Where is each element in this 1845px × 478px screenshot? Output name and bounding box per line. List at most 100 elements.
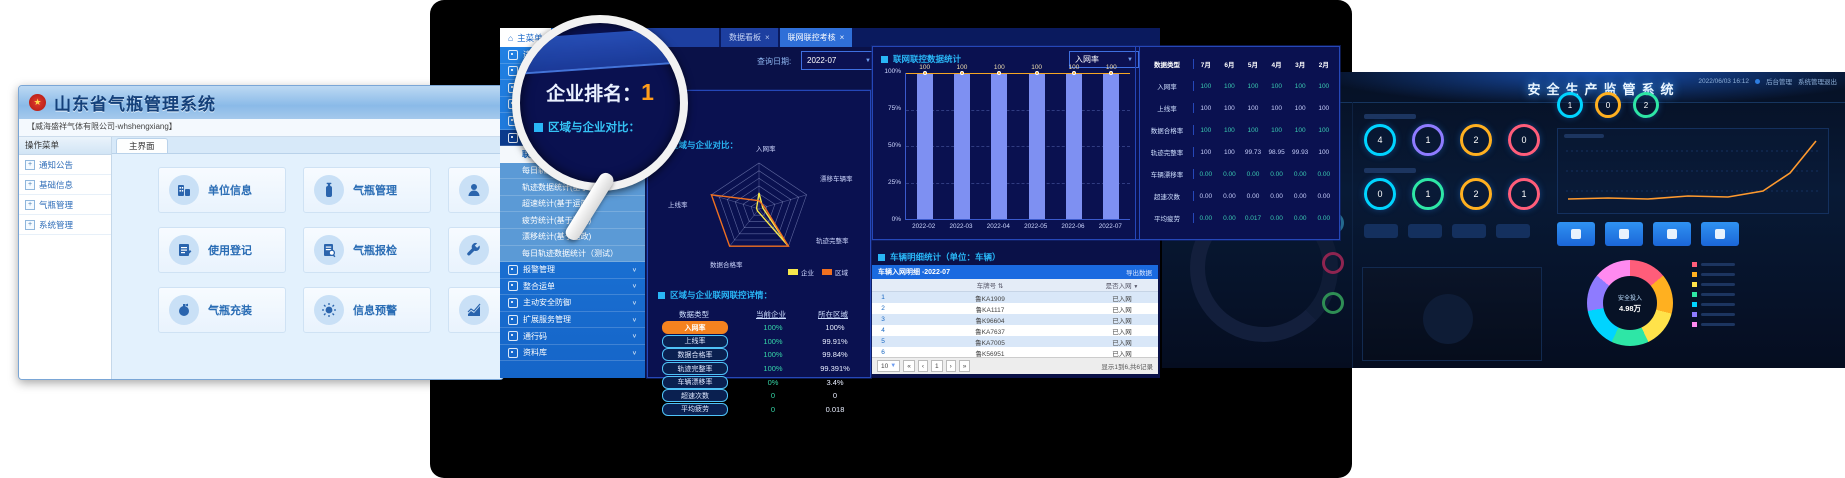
task-pill[interactable]	[1364, 224, 1398, 238]
bar	[1029, 73, 1045, 219]
stats-row: 车辆漂移率 0.000.000.000.000.000.00	[1141, 163, 1335, 185]
x-tick: 2022-04	[987, 223, 1010, 230]
vehicle-row[interactable]: 2 鲁KA1117 已入网	[872, 303, 1158, 314]
action-tile[interactable]	[1653, 222, 1691, 246]
metric-button[interactable]: 数据合格率	[662, 348, 728, 361]
module-tile[interactable]: 气瓶充装	[158, 287, 286, 333]
menu-item[interactable]: + 气瓶管理	[19, 195, 111, 215]
metric-button[interactable]: 上线率	[662, 335, 728, 348]
vehicle-panel-title: 车辆明细统计（单位：车辆）	[890, 251, 1001, 263]
prev-page-button[interactable]: ‹	[918, 360, 928, 372]
module-tile-icon	[314, 175, 344, 205]
expand-plus-icon[interactable]: +	[25, 220, 35, 230]
module-tile[interactable]	[448, 287, 504, 333]
sort-icon[interactable]: ⇅	[998, 283, 1003, 290]
metric-button[interactable]: 轨迹完整率	[662, 362, 728, 375]
module-tile[interactable]: 气瓶报检	[303, 227, 431, 273]
tab-label: 数据看板	[729, 32, 761, 43]
logout-link[interactable]: 系统管理退出	[1798, 76, 1837, 86]
module-tile[interactable]: 信息预警	[303, 287, 431, 333]
menu-item[interactable]: + 通知公告	[19, 155, 111, 175]
legend-text-bar	[1701, 323, 1735, 326]
region-value: 3.4%	[804, 378, 866, 387]
tab-close-icon[interactable]: ×	[765, 33, 770, 42]
vehicle-row[interactable]: 5 鲁KA7005 已入网	[872, 336, 1158, 347]
col-region[interactable]: 所在区域	[802, 309, 864, 320]
group-label: 整合运单	[523, 281, 555, 292]
sidebar-subitem[interactable]: 超速统计(基于运政)	[500, 196, 645, 213]
export-button[interactable]: 导出数据	[1126, 267, 1152, 277]
expand-plus-icon[interactable]: +	[25, 180, 35, 190]
module-tile[interactable]: 单位信息	[158, 167, 286, 213]
sidebar-subitem[interactable]: 每日轨迹数据统计（测试）	[500, 246, 645, 263]
admin-link[interactable]: 后台管理	[1766, 76, 1792, 86]
left-window-tabstrip: 主界面	[112, 137, 503, 154]
task-pill[interactable]	[1496, 224, 1530, 238]
col-company[interactable]: 当前企业	[740, 309, 802, 320]
query-date-value: 2022-07	[807, 56, 836, 65]
row-number: 2	[872, 305, 894, 312]
tab-main-view[interactable]: 主界面	[116, 138, 168, 153]
bar	[954, 73, 970, 219]
quick-action-tiles	[1557, 222, 1739, 246]
metric-button[interactable]: 车辆漂移率	[662, 376, 728, 389]
sidebar-group[interactable]: 整合运单 ∨	[500, 279, 645, 296]
module-tile[interactable]	[448, 227, 504, 273]
content-tab[interactable]: 数据看板 ×	[721, 28, 778, 47]
legend-swatch	[1692, 262, 1697, 267]
module-tile[interactable]: 使用登记	[158, 227, 286, 273]
expand-plus-icon[interactable]: +	[25, 160, 35, 170]
sidebar-group[interactable]: 通行码 ∨	[500, 328, 645, 345]
task-pills	[1364, 224, 1530, 238]
today-stat-circles: 4120	[1364, 124, 1540, 156]
tab-close-icon[interactable]: ×	[840, 33, 845, 42]
trend-point	[923, 71, 927, 75]
stat-circle: 2	[1460, 124, 1492, 156]
last-page-button[interactable]: »	[959, 360, 971, 372]
page-size-select[interactable]: 10 ▼	[877, 360, 900, 372]
vehicle-row[interactable]: 1 鲁KA1909 已入网	[872, 292, 1158, 303]
module-tile[interactable]: 气瓶管理	[303, 167, 431, 213]
sidebar-group[interactable]: 资料库 ∨	[500, 345, 645, 362]
action-tile[interactable]	[1701, 222, 1739, 246]
bar-slot: 100	[953, 73, 971, 219]
sidebar-group[interactable]: 报警管理 ∨	[500, 262, 645, 279]
month-value: 99.73	[1241, 149, 1265, 156]
metric-button[interactable]: 入网率	[662, 321, 728, 334]
legend-item	[1692, 282, 1735, 287]
vehicle-row[interactable]: 3 鲁K96604 已入网	[872, 314, 1158, 325]
menu-item-label: 基础信息	[39, 179, 73, 191]
action-tile[interactable]	[1557, 222, 1595, 246]
menu-item[interactable]: + 基础信息	[19, 175, 111, 195]
filter-caret-icon[interactable]: ▼	[1133, 284, 1138, 290]
current-page[interactable]: 1	[931, 360, 943, 372]
left-window-title: 山东省气瓶管理系统	[54, 90, 216, 115]
monitor-photo	[1362, 267, 1542, 361]
action-tile[interactable]	[1605, 222, 1643, 246]
stat-circle: 1	[1557, 92, 1583, 118]
module-tile-icon	[459, 295, 489, 325]
status-column-header[interactable]: 是否入网 ▼	[1086, 280, 1158, 290]
module-tile[interactable]	[448, 167, 504, 213]
content-tab[interactable]: 联网联控考核 ×	[780, 28, 853, 47]
plate-column-header[interactable]: 车牌号 ⇅	[894, 280, 1086, 290]
detail-row: 上线率 100% 99.91%	[648, 335, 870, 349]
sidebar-group[interactable]: 主动安全防御 ∨	[500, 295, 645, 312]
next-page-button[interactable]: ›	[946, 360, 956, 372]
sidebar-group[interactable]: 扩展服务管理 ∨	[500, 312, 645, 329]
row-number: 4	[872, 327, 894, 334]
first-page-button[interactable]: «	[903, 360, 915, 372]
query-date-dropdown[interactable]: 2022-07 ▼	[801, 51, 877, 70]
task-pill[interactable]	[1452, 224, 1486, 238]
month-value: 100	[1312, 127, 1336, 134]
detail-row: 车辆漂移率 0% 3.4%	[648, 375, 870, 389]
vehicle-row[interactable]: 4 鲁KA7637 已入网	[872, 325, 1158, 336]
monthly-stats-table: 数据类型 7月6月5月4月3月2月 入网率 10	[1141, 53, 1335, 229]
expand-plus-icon[interactable]: +	[25, 200, 35, 210]
metric-button[interactable]: 平均疲劳	[662, 403, 728, 416]
task-pill[interactable]	[1408, 224, 1442, 238]
metric-button[interactable]: 超速次数	[662, 389, 728, 402]
company-value: 100%	[742, 350, 804, 359]
month-value: 0.00	[1194, 171, 1218, 178]
menu-item[interactable]: + 系统管理	[19, 215, 111, 235]
